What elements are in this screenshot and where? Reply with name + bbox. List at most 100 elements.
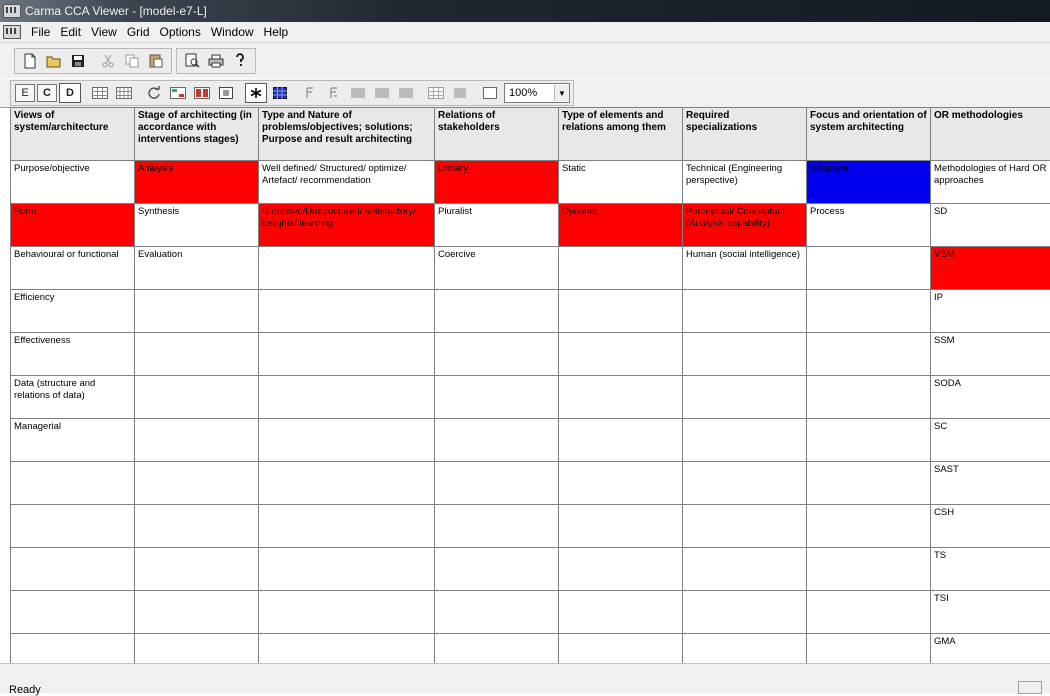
grid-cell[interactable]	[135, 634, 259, 664]
block-2-button[interactable]	[371, 83, 393, 103]
grid-cell[interactable]	[807, 376, 931, 419]
grid-cell[interactable]	[259, 247, 435, 290]
grid-cell[interactable]: Process	[807, 204, 931, 247]
asterisk-button[interactable]	[245, 83, 267, 103]
grid-cell[interactable]	[559, 505, 683, 548]
grid-cell[interactable]	[135, 591, 259, 634]
refresh-button[interactable]	[143, 83, 165, 103]
column-header[interactable]: Required specializations	[683, 108, 807, 161]
grid-cell[interactable]	[435, 462, 559, 505]
grid-lines-button[interactable]	[113, 83, 135, 103]
grid-cell[interactable]: Coercive	[435, 247, 559, 290]
grid-cell[interactable]	[435, 591, 559, 634]
grid-cell[interactable]	[807, 333, 931, 376]
grid-cell[interactable]	[807, 290, 931, 333]
grid-cell[interactable]: SD	[931, 204, 1050, 247]
column-header[interactable]: Views of system/architecture	[11, 108, 135, 161]
grid-cell[interactable]	[559, 419, 683, 462]
menu-options[interactable]: Options	[155, 25, 206, 39]
grid-cell[interactable]: TS	[931, 548, 1050, 591]
menu-window[interactable]: Window	[206, 25, 259, 39]
grid-cell[interactable]	[259, 505, 435, 548]
menu-view[interactable]: View	[86, 25, 122, 39]
grid-cell[interactable]	[259, 591, 435, 634]
cluster-button[interactable]	[167, 83, 189, 103]
grid-cell[interactable]	[559, 333, 683, 376]
grid-cell[interactable]	[259, 333, 435, 376]
grid-cell[interactable]	[11, 505, 135, 548]
grid-cell[interactable]	[559, 634, 683, 664]
table-grid-button[interactable]	[425, 83, 447, 103]
grid-cell[interactable]	[435, 333, 559, 376]
grid-cell[interactable]: GMA	[931, 634, 1050, 664]
grid-cell[interactable]: Behavioural or functional	[11, 247, 135, 290]
grid-cell[interactable]: VSM	[931, 247, 1050, 290]
grid-cell[interactable]: SSM	[931, 333, 1050, 376]
grid-cell[interactable]	[559, 548, 683, 591]
grid-cell[interactable]	[683, 548, 807, 591]
grid-cell[interactable]: Analysis	[135, 161, 259, 204]
grid-cell[interactable]: Structure	[807, 161, 931, 204]
blank-box-button[interactable]	[479, 83, 501, 103]
zoom-select[interactable]: 100% ▼	[504, 83, 570, 103]
grid-cell[interactable]	[683, 591, 807, 634]
grid-cell[interactable]: Pluralist	[435, 204, 559, 247]
grid-cell[interactable]	[807, 462, 931, 505]
grid-cell[interactable]	[683, 505, 807, 548]
paste-button[interactable]	[145, 51, 167, 71]
grid-cell[interactable]	[135, 505, 259, 548]
grid-cell[interactable]: SC	[931, 419, 1050, 462]
grid-cell[interactable]	[135, 548, 259, 591]
grid-cell[interactable]	[435, 419, 559, 462]
column-header[interactable]: Type and Nature of problems/objectives; …	[259, 108, 435, 161]
grid-cell[interactable]	[683, 290, 807, 333]
grid-cell[interactable]	[135, 462, 259, 505]
grid-cell[interactable]: Static	[559, 161, 683, 204]
grid-cell[interactable]: Data (structure and relations of data)	[11, 376, 135, 419]
grid-cell[interactable]	[683, 333, 807, 376]
menu-edit[interactable]: Edit	[55, 25, 86, 39]
grid-cell[interactable]	[135, 376, 259, 419]
grid-view-button[interactable]	[89, 83, 111, 103]
grid-cell[interactable]	[435, 634, 559, 664]
grid-cell[interactable]: TSI	[931, 591, 1050, 634]
menu-help[interactable]: Help	[259, 25, 294, 39]
grid-cell[interactable]	[683, 634, 807, 664]
menu-file[interactable]: File	[26, 25, 55, 39]
column-header[interactable]: Stage of architecting (in accordance wit…	[135, 108, 259, 161]
grid-cell[interactable]: Efficiency	[11, 290, 135, 333]
grid-cell[interactable]: Effectiveness	[11, 333, 135, 376]
grid-cell[interactable]	[559, 290, 683, 333]
grid-cell[interactable]: SODA	[931, 376, 1050, 419]
column-header[interactable]: Relations of stakeholders	[435, 108, 559, 161]
grid-cell[interactable]	[11, 591, 135, 634]
column-header[interactable]: Focus and orientation of system architec…	[807, 108, 931, 161]
c-mode-button[interactable]: C	[37, 84, 57, 102]
block-1-button[interactable]	[347, 83, 369, 103]
grid-cell[interactable]	[135, 333, 259, 376]
grid-cell[interactable]	[259, 419, 435, 462]
grid-cell[interactable]: Perceptual/ Conceptual (Analysis capabil…	[683, 204, 807, 247]
grid-cell[interactable]	[559, 247, 683, 290]
grid-cell[interactable]: Dynamic	[559, 204, 683, 247]
grid-cell[interactable]: Purpose/objective	[11, 161, 135, 204]
frame-button[interactable]	[215, 83, 237, 103]
grid-cell[interactable]: Evaluation	[135, 247, 259, 290]
grid-cell[interactable]	[135, 290, 259, 333]
column-header[interactable]: Type of elements and relations among the…	[559, 108, 683, 161]
compare-button[interactable]	[191, 83, 213, 103]
print-preview-button[interactable]	[181, 51, 203, 71]
grid-cell[interactable]: Well defined/ Structured/ optimize/ Arte…	[259, 161, 435, 204]
grid-cell[interactable]	[435, 548, 559, 591]
grid-cell[interactable]	[259, 290, 435, 333]
menu-grid[interactable]: Grid	[122, 25, 155, 39]
grid-cell[interactable]	[559, 462, 683, 505]
help-button[interactable]	[229, 51, 251, 71]
grid-cell[interactable]	[11, 634, 135, 664]
grid-cell[interactable]	[683, 462, 807, 505]
column-header[interactable]: OR methodologies	[931, 108, 1050, 161]
grid-cell[interactable]	[259, 376, 435, 419]
grid-cell[interactable]	[807, 505, 931, 548]
grid-cell[interactable]	[807, 591, 931, 634]
grid-cell[interactable]	[259, 548, 435, 591]
